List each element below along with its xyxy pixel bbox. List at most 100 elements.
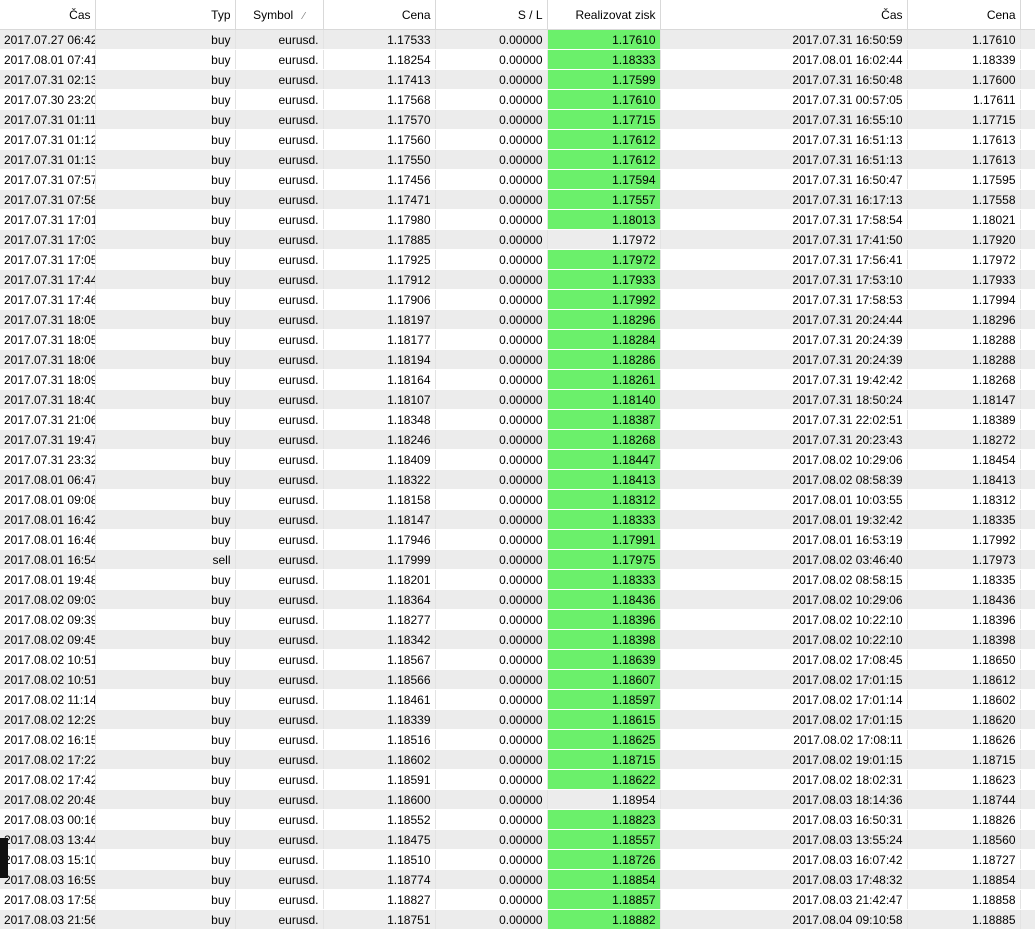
cell-sl: 0.00000: [435, 449, 548, 470]
table-row[interactable]: 2017.07.31 17:46:16buyeurusd.1.179060.00…: [0, 289, 1035, 310]
cell-take-profit: 1.18333: [547, 49, 661, 70]
cell-symbol: eurusd.: [235, 69, 324, 90]
table-row[interactable]: 2017.08.02 09:39:27buyeurusd.1.182770.00…: [0, 609, 1035, 630]
cell-type: buy: [95, 249, 236, 270]
cell-filler: [1020, 589, 1035, 610]
cell-type: buy: [95, 229, 236, 250]
cell-type: buy: [95, 189, 236, 210]
table-row[interactable]: 2017.08.02 20:48:08buyeurusd.1.186000.00…: [0, 789, 1035, 810]
cell-close-price: 1.17558: [907, 189, 1021, 210]
column-header-sl[interactable]: S / L: [435, 0, 548, 30]
table-row[interactable]: 2017.08.03 00:16:17buyeurusd.1.185520.00…: [0, 809, 1035, 830]
table-row[interactable]: 2017.07.31 23:32:32buyeurusd.1.184090.00…: [0, 449, 1035, 470]
table-row[interactable]: 2017.07.31 18:05:30buyeurusd.1.181770.00…: [0, 329, 1035, 350]
table-row[interactable]: 2017.07.31 19:47:15buyeurusd.1.182460.00…: [0, 429, 1035, 450]
table-row[interactable]: 2017.08.01 16:46:52buyeurusd.1.179460.00…: [0, 529, 1035, 550]
cell-symbol: eurusd.: [235, 729, 324, 750]
table-row[interactable]: 2017.08.02 16:15:38buyeurusd.1.185160.00…: [0, 729, 1035, 750]
table-row[interactable]: 2017.08.01 09:08:56buyeurusd.1.181580.00…: [0, 489, 1035, 510]
cell-price: 1.18591: [323, 769, 436, 790]
table-row[interactable]: 2017.08.02 09:03:35buyeurusd.1.183640.00…: [0, 589, 1035, 610]
table-row[interactable]: 2017.07.31 02:13:43buyeurusd.1.174130.00…: [0, 69, 1035, 90]
table-row[interactable]: 2017.08.02 10:51:42buyeurusd.1.185670.00…: [0, 649, 1035, 670]
cell-symbol: eurusd.: [235, 789, 324, 810]
cell-symbol: eurusd.: [235, 589, 324, 610]
cell-type: buy: [95, 289, 236, 310]
cell-price: 1.18461: [323, 689, 436, 710]
table-row[interactable]: 2017.07.31 17:01:40buyeurusd.1.179800.00…: [0, 209, 1035, 230]
table-row[interactable]: 2017.07.31 01:11:02buyeurusd.1.175700.00…: [0, 109, 1035, 130]
table-row[interactable]: 2017.08.01 07:41:34buyeurusd.1.182540.00…: [0, 49, 1035, 70]
cell-take-profit: 1.18387: [547, 409, 661, 430]
table-row[interactable]: 2017.08.02 09:45:59buyeurusd.1.183420.00…: [0, 629, 1035, 650]
cell-close-price: 1.18436: [907, 589, 1021, 610]
cell-time: 2017.08.03 16:59:10: [0, 869, 96, 890]
cell-price: 1.18254: [323, 49, 436, 70]
table-row[interactable]: 2017.08.03 17:58:02buyeurusd.1.188270.00…: [0, 889, 1035, 910]
cell-close-price: 1.18715: [907, 749, 1021, 770]
cell-close-price: 1.18335: [907, 569, 1021, 590]
cell-symbol: eurusd.: [235, 49, 324, 70]
cell-close-time: 2017.08.02 17:08:45: [660, 649, 908, 670]
table-row[interactable]: 2017.07.31 17:44:23buyeurusd.1.179120.00…: [0, 269, 1035, 290]
column-header-close-time[interactable]: Čas: [660, 0, 908, 30]
cell-close-price: 1.18288: [907, 349, 1021, 370]
table-row[interactable]: 2017.07.27 06:42:55buyeurusd.1.175330.00…: [0, 29, 1035, 50]
table-row[interactable]: 2017.07.31 18:09:31buyeurusd.1.181640.00…: [0, 369, 1035, 390]
cell-filler: [1020, 149, 1035, 170]
column-header-type[interactable]: Typ: [95, 0, 236, 30]
table-row[interactable]: 2017.08.03 15:10:58buyeurusd.1.185100.00…: [0, 849, 1035, 870]
table-row[interactable]: 2017.08.01 16:42:27buyeurusd.1.181470.00…: [0, 509, 1035, 530]
table-row[interactable]: 2017.08.02 10:51:54buyeurusd.1.185660.00…: [0, 669, 1035, 690]
cell-sl: 0.00000: [435, 329, 548, 350]
table-row[interactable]: 2017.08.01 06:47:55buyeurusd.1.183220.00…: [0, 469, 1035, 490]
cell-type: sell: [95, 549, 236, 570]
table-row[interactable]: 2017.07.31 07:58:24buyeurusd.1.174710.00…: [0, 189, 1035, 210]
cell-time: 2017.08.03 17:58:02: [0, 889, 96, 910]
table-row[interactable]: 2017.07.31 17:05:55buyeurusd.1.179250.00…: [0, 249, 1035, 270]
table-row[interactable]: 2017.08.01 19:48:35buyeurusd.1.182010.00…: [0, 569, 1035, 590]
column-header-price[interactable]: Cena: [323, 0, 436, 30]
cell-price: 1.18339: [323, 709, 436, 730]
cell-price: 1.18277: [323, 609, 436, 630]
cell-close-time: 2017.07.31 17:58:53: [660, 289, 908, 310]
cell-close-price: 1.18854: [907, 869, 1021, 890]
cell-time: 2017.08.02 20:48:08: [0, 789, 96, 810]
cell-filler: [1020, 749, 1035, 770]
table-row[interactable]: 2017.08.02 17:42:08buyeurusd.1.185910.00…: [0, 769, 1035, 790]
cell-sl: 0.00000: [435, 529, 548, 550]
cell-price: 1.18751: [323, 909, 436, 930]
table-row[interactable]: 2017.08.03 16:59:10buyeurusd.1.187740.00…: [0, 869, 1035, 890]
cell-time: 2017.07.27 06:42:55: [0, 29, 96, 50]
column-header-take-profit[interactable]: Realizovat zisk: [547, 0, 661, 30]
table-row[interactable]: 2017.08.03 13:44:07buyeurusd.1.184750.00…: [0, 829, 1035, 850]
table-row[interactable]: 2017.07.30 23:20:08buyeurusd.1.175680.00…: [0, 89, 1035, 110]
table-row[interactable]: 2017.08.02 11:14:14buyeurusd.1.184610.00…: [0, 689, 1035, 710]
cell-close-time: 2017.08.02 17:01:15: [660, 709, 908, 730]
cell-close-price: 1.17595: [907, 169, 1021, 190]
cell-price: 1.17568: [323, 89, 436, 110]
cell-close-price: 1.18389: [907, 409, 1021, 430]
cell-price: 1.18774: [323, 869, 436, 890]
cell-symbol: eurusd.: [235, 549, 324, 570]
table-row[interactable]: 2017.07.31 18:05:12buyeurusd.1.181970.00…: [0, 309, 1035, 330]
cell-take-profit: 1.18398: [547, 629, 661, 650]
cell-symbol: eurusd.: [235, 829, 324, 850]
table-row[interactable]: 2017.07.31 07:57:00buyeurusd.1.174560.00…: [0, 169, 1035, 190]
cell-close-time: 2017.08.02 17:01:14: [660, 689, 908, 710]
cell-type: buy: [95, 629, 236, 650]
table-row[interactable]: 2017.07.31 21:06:20buyeurusd.1.183480.00…: [0, 409, 1035, 430]
table-row[interactable]: 2017.07.31 18:40:46buyeurusd.1.181070.00…: [0, 389, 1035, 410]
table-row[interactable]: 2017.08.03 21:56:03buyeurusd.1.187510.00…: [0, 909, 1035, 930]
column-header-close-price[interactable]: Cena: [907, 0, 1021, 30]
table-row[interactable]: 2017.07.31 18:06:23buyeurusd.1.181940.00…: [0, 349, 1035, 370]
column-header-time[interactable]: Čas: [0, 0, 96, 30]
column-header-symbol[interactable]: Symbol ⁄: [235, 0, 324, 30]
table-row[interactable]: 2017.07.31 01:13:55buyeurusd.1.175500.00…: [0, 149, 1035, 170]
table-row[interactable]: 2017.08.02 12:29:10buyeurusd.1.183390.00…: [0, 709, 1035, 730]
table-row[interactable]: 2017.07.31 01:12:48buyeurusd.1.175600.00…: [0, 129, 1035, 150]
cell-symbol: eurusd.: [235, 649, 324, 670]
table-row[interactable]: 2017.08.01 16:54:43selleurusd.1.179990.0…: [0, 549, 1035, 570]
table-row[interactable]: 2017.07.31 17:03:11buyeurusd.1.178850.00…: [0, 229, 1035, 250]
table-row[interactable]: 2017.08.02 17:22:08buyeurusd.1.186020.00…: [0, 749, 1035, 770]
